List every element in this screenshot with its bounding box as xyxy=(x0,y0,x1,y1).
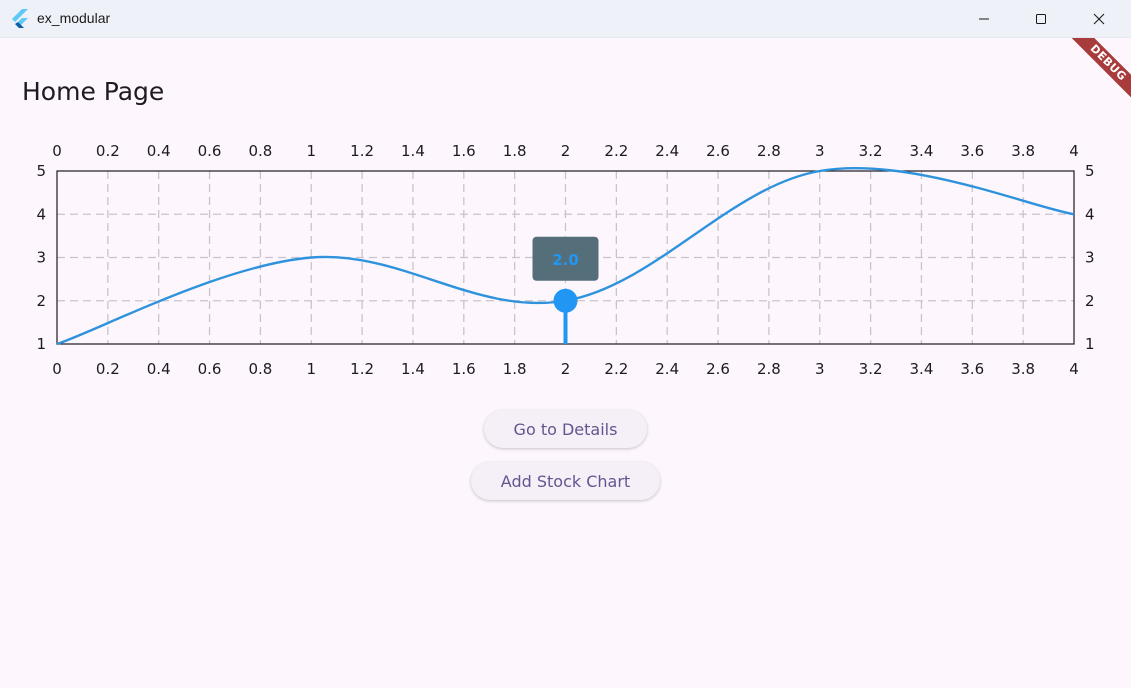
x-tick-label-top: 2.8 xyxy=(757,142,781,160)
minimize-button[interactable] xyxy=(955,0,1013,38)
x-tick-label-bottom: 3.2 xyxy=(859,360,883,378)
y-tick-label-right: 5 xyxy=(1085,162,1095,180)
x-tick-label-bottom: 3.4 xyxy=(910,360,934,378)
flutter-logo-icon xyxy=(11,9,29,29)
x-tick-label-top: 1 xyxy=(306,142,316,160)
x-tick-label-top: 1.2 xyxy=(350,142,374,160)
x-tick-label-top: 0.6 xyxy=(198,142,222,160)
y-tick-label-left: 1 xyxy=(36,335,46,353)
x-tick-label-bottom: 2 xyxy=(561,360,571,378)
x-tick-label-top: 0.8 xyxy=(248,142,272,160)
x-tick-label-top: 3.6 xyxy=(960,142,984,160)
x-tick-label-top: 2.4 xyxy=(655,142,679,160)
x-tick-label-top: 3 xyxy=(815,142,825,160)
close-icon xyxy=(1093,13,1105,25)
x-tick-label-top: 2.2 xyxy=(604,142,628,160)
close-button[interactable] xyxy=(1070,0,1128,38)
maximize-button[interactable] xyxy=(1012,0,1070,38)
x-tick-label-top: 4 xyxy=(1069,142,1079,160)
window-title: ex_modular xyxy=(37,10,111,26)
x-tick-label-bottom: 2.6 xyxy=(706,360,730,378)
touch-indicator-dot xyxy=(553,288,578,313)
minimize-icon xyxy=(978,13,990,25)
x-tick-label-bottom: 1.6 xyxy=(452,360,476,378)
line-chart[interactable]: 0 0 0.2 0.2 0.4 0.4 0.6 0.6 0.8 0.8 1 1 1.2 1.2 1.4 1.4… xyxy=(0,38,1131,398)
y-tick-label-right: 2 xyxy=(1085,292,1095,310)
x-tick-label-bottom: 1.2 xyxy=(350,360,374,378)
x-tick-label-top: 3.2 xyxy=(859,142,883,160)
go-to-details-button[interactable]: Go to Details xyxy=(484,410,647,448)
x-tick-label-bottom: 3 xyxy=(815,360,825,378)
x-tick-label-bottom: 0.4 xyxy=(147,360,171,378)
add-stock-chart-button[interactable]: Add Stock Chart xyxy=(471,462,660,500)
x-tick-label-bottom: 0.6 xyxy=(198,360,222,378)
maximize-icon xyxy=(1035,13,1047,25)
window-titlebar: ex_modular xyxy=(0,0,1131,38)
x-tick-label-bottom: 2.2 xyxy=(604,360,628,378)
y-tick-label-left: 2 xyxy=(36,292,46,310)
y-tick-label-left: 4 xyxy=(36,205,46,223)
y-tick-label-right: 4 xyxy=(1085,205,1095,223)
y-tick-label-left: 5 xyxy=(36,162,46,180)
x-tick-label-top: 0.4 xyxy=(147,142,171,160)
x-tick-label-bottom: 1 xyxy=(306,360,316,378)
x-tick-label-bottom: 0.8 xyxy=(248,360,272,378)
x-tick-label-bottom: 3.6 xyxy=(960,360,984,378)
x-tick-label-bottom: 0.2 xyxy=(96,360,120,378)
x-tick-label-bottom: 4 xyxy=(1069,360,1079,378)
x-tick-label-top: 1.8 xyxy=(503,142,527,160)
x-tick-label-bottom: 1.8 xyxy=(503,360,527,378)
x-tick-label-top: 2 xyxy=(561,142,571,160)
x-tick-label-bottom: 2.8 xyxy=(757,360,781,378)
x-tick-label-bottom: 2.4 xyxy=(655,360,679,378)
y-tick-label-right: 3 xyxy=(1085,249,1095,267)
x-tick-label-top: 1.4 xyxy=(401,142,425,160)
x-tick-label-top: 2.6 xyxy=(706,142,730,160)
x-tick-label-bottom: 1.4 xyxy=(401,360,425,378)
y-tick-label-right: 1 xyxy=(1085,335,1095,353)
tooltip-label: 2.0 xyxy=(552,251,579,269)
x-tick-label-top: 3.8 xyxy=(1011,142,1035,160)
x-tick-label-top: 3.4 xyxy=(910,142,934,160)
x-tick-label-bottom: 0 xyxy=(52,360,62,378)
x-tick-label-top: 1.6 xyxy=(452,142,476,160)
y-tick-label-left: 3 xyxy=(36,249,46,267)
x-tick-label-bottom: 3.8 xyxy=(1011,360,1035,378)
x-tick-label-top: 0.2 xyxy=(96,142,120,160)
x-tick-label-top: 0 xyxy=(52,142,62,160)
